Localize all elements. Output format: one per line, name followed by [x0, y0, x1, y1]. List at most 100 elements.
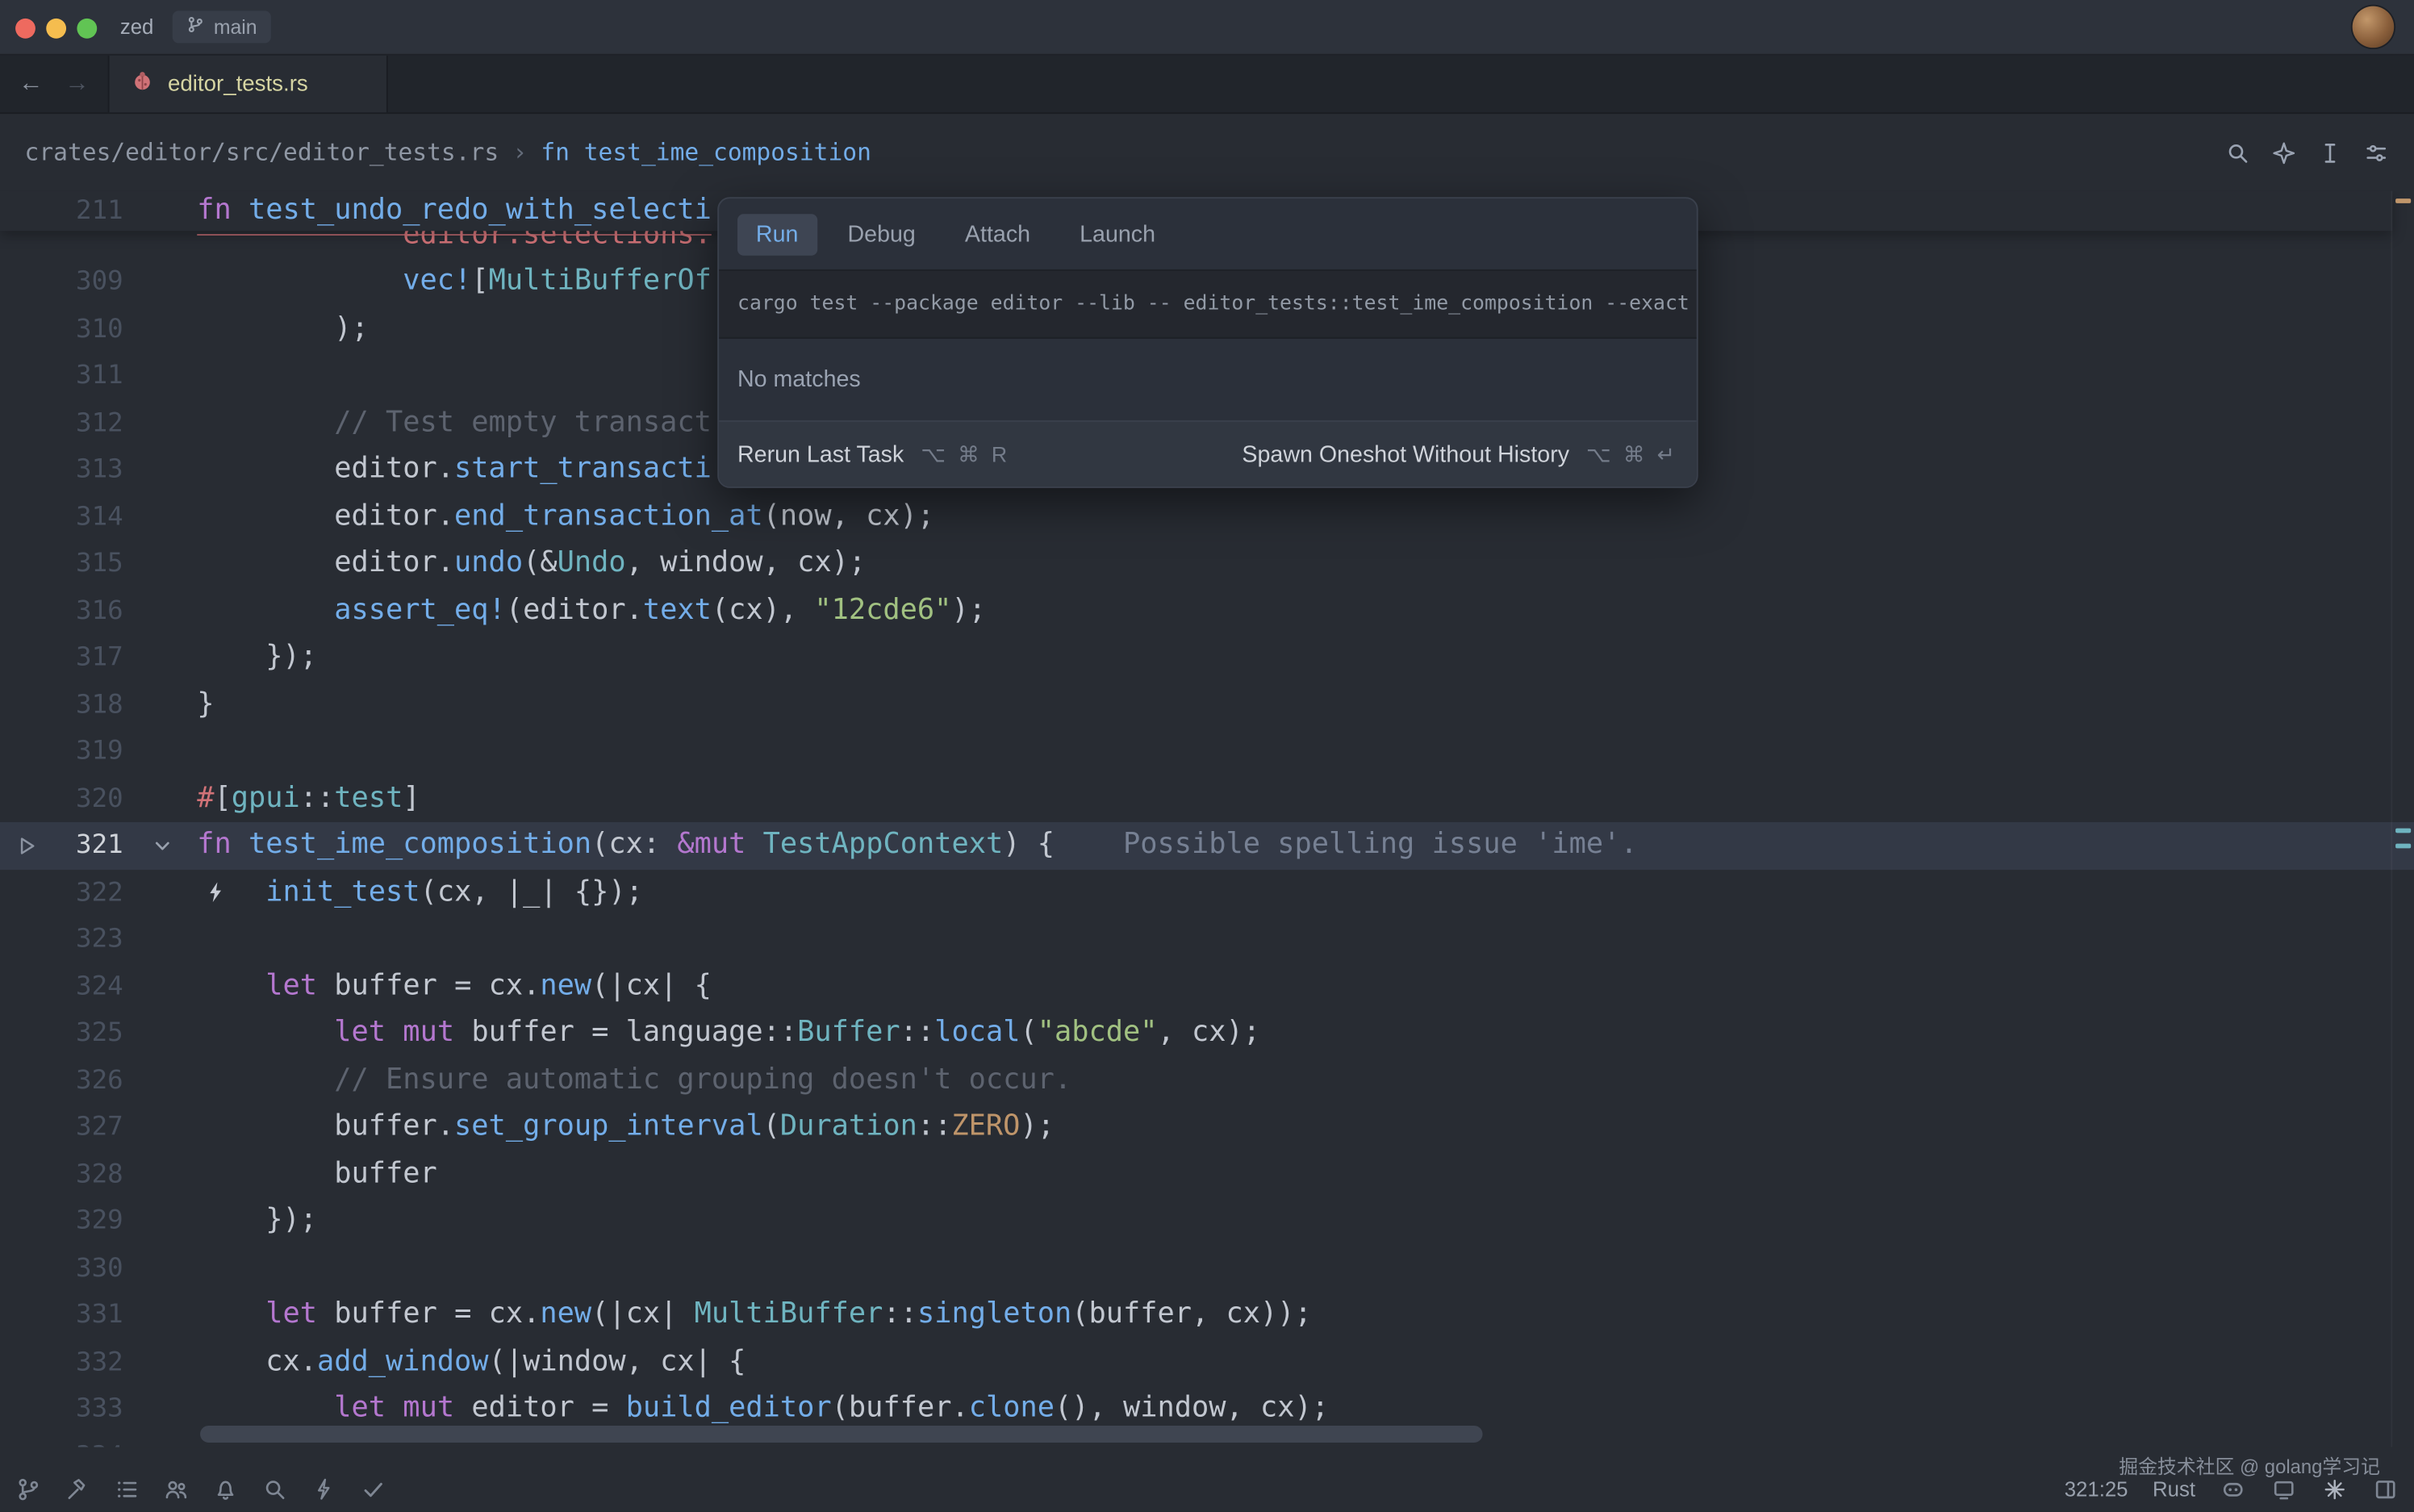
code-line-315[interactable]: 315 editor.undo(&Undo, window, cx);: [0, 541, 2414, 587]
line-number[interactable]: 310: [0, 306, 123, 353]
git-branch-selector[interactable]: main: [172, 10, 270, 43]
search-panel-icon[interactable]: [261, 1476, 287, 1502]
code-line-320[interactable]: 320#[gpui::test]: [0, 775, 2414, 822]
code-line-316[interactable]: 316 assert_eq!(editor.text(cx), "12cde6"…: [0, 587, 2414, 634]
code-line-322[interactable]: 322 init_test(cx, |_| {});: [0, 869, 2414, 916]
line-number[interactable]: 324: [0, 963, 123, 1010]
horizontal-scrollbar[interactable]: [200, 1426, 1482, 1443]
vertical-scrollbar-track[interactable]: [2391, 191, 2414, 1447]
runnable-bolt-icon[interactable]: [207, 869, 225, 916]
code-line-318[interactable]: 318}: [0, 681, 2414, 728]
line-number[interactable]: 211: [0, 191, 123, 232]
user-avatar[interactable]: [2353, 6, 2395, 48]
code-text[interactable]: [123, 1245, 198, 1292]
code-text[interactable]: [123, 916, 198, 963]
updates-asterisk-icon[interactable]: [2322, 1476, 2348, 1502]
right-dock-icon[interactable]: [2372, 1476, 2398, 1502]
code-line-327[interactable]: 327 buffer.set_group_interval(Duration::…: [0, 1104, 2414, 1151]
code-text[interactable]: fn test_undo_redo_with_selecti: [123, 191, 712, 232]
code-text[interactable]: assert_eq!(editor.text(cx), "12cde6");: [123, 587, 986, 634]
run-test-icon[interactable]: [15, 822, 39, 869]
breadcrumb-symbol[interactable]: fn test_ime_composition: [541, 139, 871, 166]
code-text[interactable]: });: [123, 634, 317, 681]
code-line-326[interactable]: 326 // Ensure automatic grouping doesn't…: [0, 1057, 2414, 1104]
line-number[interactable]: 329: [0, 1198, 123, 1245]
code-line-324[interactable]: 324 let buffer = cx.new(|cx| {: [0, 963, 2414, 1010]
zoom-button[interactable]: [77, 18, 97, 38]
line-number[interactable]: 323: [0, 916, 123, 963]
editor-settings-sliders-icon[interactable]: [2363, 140, 2389, 165]
tools-icon[interactable]: [65, 1476, 90, 1502]
line-number[interactable]: 330: [0, 1245, 123, 1292]
code-text[interactable]: vec![MultiBufferOf: [123, 259, 712, 306]
code-line-329[interactable]: 329 });: [0, 1198, 2414, 1245]
code-text[interactable]: buffer.set_group_interval(Duration::ZERO…: [123, 1104, 1055, 1151]
code-line-321[interactable]: 321fn test_ime_composition(cx: &mut Test…: [0, 822, 2414, 869]
line-number[interactable]: 309: [0, 259, 123, 306]
code-line-317[interactable]: 317 });: [0, 634, 2414, 681]
diagnostics-check-icon[interactable]: [361, 1476, 386, 1502]
code-text[interactable]: [123, 1433, 198, 1447]
assistant-sparkle-icon[interactable]: [2271, 140, 2297, 165]
code-line-314[interactable]: 314 editor.end_transaction_at(now, cx);: [0, 494, 2414, 541]
line-number[interactable]: 316: [0, 587, 123, 634]
code-text[interactable]: let buffer = cx.new(|cx| {: [123, 963, 712, 1010]
code-text[interactable]: // Ensure automatic grouping doesn't occ…: [123, 1057, 1072, 1104]
cursor-position[interactable]: 321:25: [2065, 1477, 2128, 1501]
code-text[interactable]: buffer: [123, 1151, 437, 1197]
line-number[interactable]: 318: [0, 681, 123, 728]
tab-editor-tests[interactable]: editor_tests.rs: [108, 56, 388, 113]
code-text[interactable]: cx.add_window(|window, cx| {: [123, 1339, 746, 1385]
line-number[interactable]: 332: [0, 1339, 123, 1385]
task-command-input[interactable]: cargo test --package editor --lib -- edi…: [719, 269, 1697, 339]
code-text[interactable]: editor.start_transacti: [123, 446, 712, 493]
code-text[interactable]: [123, 729, 198, 775]
git-panel-icon[interactable]: [15, 1476, 41, 1502]
nav-forward-button[interactable]: →: [65, 72, 90, 97]
popup-tab-run[interactable]: Run: [737, 213, 816, 255]
code-text[interactable]: // Test empty transact: [123, 399, 712, 446]
code-text[interactable]: );: [123, 306, 369, 353]
popup-tab-attach[interactable]: Attach: [946, 213, 1049, 255]
line-number[interactable]: 315: [0, 541, 123, 587]
tasks-zap-icon[interactable]: [311, 1476, 336, 1502]
popup-tab-launch[interactable]: Launch: [1061, 213, 1174, 255]
line-number[interactable]: 317: [0, 634, 123, 681]
code-text[interactable]: fn test_ime_composition(cx: &mut TestApp…: [123, 822, 1638, 869]
minimize-button[interactable]: [46, 18, 66, 38]
code-text[interactable]: editor.end_transaction_at(now, cx);: [123, 494, 935, 541]
rerun-last-task-button[interactable]: Rerun Last Task ⌥ ⌘ R: [737, 441, 1010, 467]
spawn-oneshot-button[interactable]: Spawn Oneshot Without History ⌥ ⌘ ↵: [1242, 441, 1677, 467]
line-number[interactable]: 328: [0, 1151, 123, 1197]
nav-back-button[interactable]: ←: [19, 72, 44, 97]
code-text[interactable]: }: [123, 681, 215, 728]
code-line-330[interactable]: 330: [0, 1245, 2414, 1292]
fold-chevron-icon[interactable]: [152, 822, 173, 869]
line-number[interactable]: 313: [0, 446, 123, 493]
line-number[interactable]: 319: [0, 729, 123, 775]
copilot-icon[interactable]: [2220, 1476, 2246, 1502]
breadcrumb-path[interactable]: crates/editor/src/editor_tests.rs: [25, 139, 499, 166]
code-line-325[interactable]: 325 let mut buffer = language::Buffer::l…: [0, 1010, 2414, 1057]
code-text[interactable]: editor.undo(&Undo, window, cx);: [123, 541, 867, 587]
line-number[interactable]: 320: [0, 775, 123, 822]
code-line-319[interactable]: 319: [0, 729, 2414, 775]
popup-tab-debug[interactable]: Debug: [829, 213, 934, 255]
line-number[interactable]: 331: [0, 1292, 123, 1339]
code-line-323[interactable]: 323: [0, 916, 2414, 963]
code-text[interactable]: [123, 353, 198, 399]
text-cursor-icon[interactable]: [2317, 140, 2343, 165]
code-text[interactable]: let mut buffer = language::Buffer::local…: [123, 1010, 1260, 1057]
line-number[interactable]: 327: [0, 1104, 123, 1151]
collab-panel-icon[interactable]: [163, 1476, 189, 1502]
screen-share-icon[interactable]: [2271, 1476, 2297, 1502]
line-number[interactable]: 326: [0, 1057, 123, 1104]
code-text[interactable]: let buffer = cx.new(|cx| MultiBuffer::si…: [123, 1292, 1312, 1339]
line-number[interactable]: 325: [0, 1010, 123, 1057]
code-text[interactable]: #[gpui::test]: [123, 775, 420, 822]
notifications-bell-icon[interactable]: [212, 1476, 238, 1502]
search-icon[interactable]: [2224, 140, 2250, 165]
close-button[interactable]: [15, 18, 36, 38]
line-number[interactable]: 334: [0, 1433, 123, 1447]
language-selector[interactable]: Rust: [2153, 1477, 2195, 1501]
